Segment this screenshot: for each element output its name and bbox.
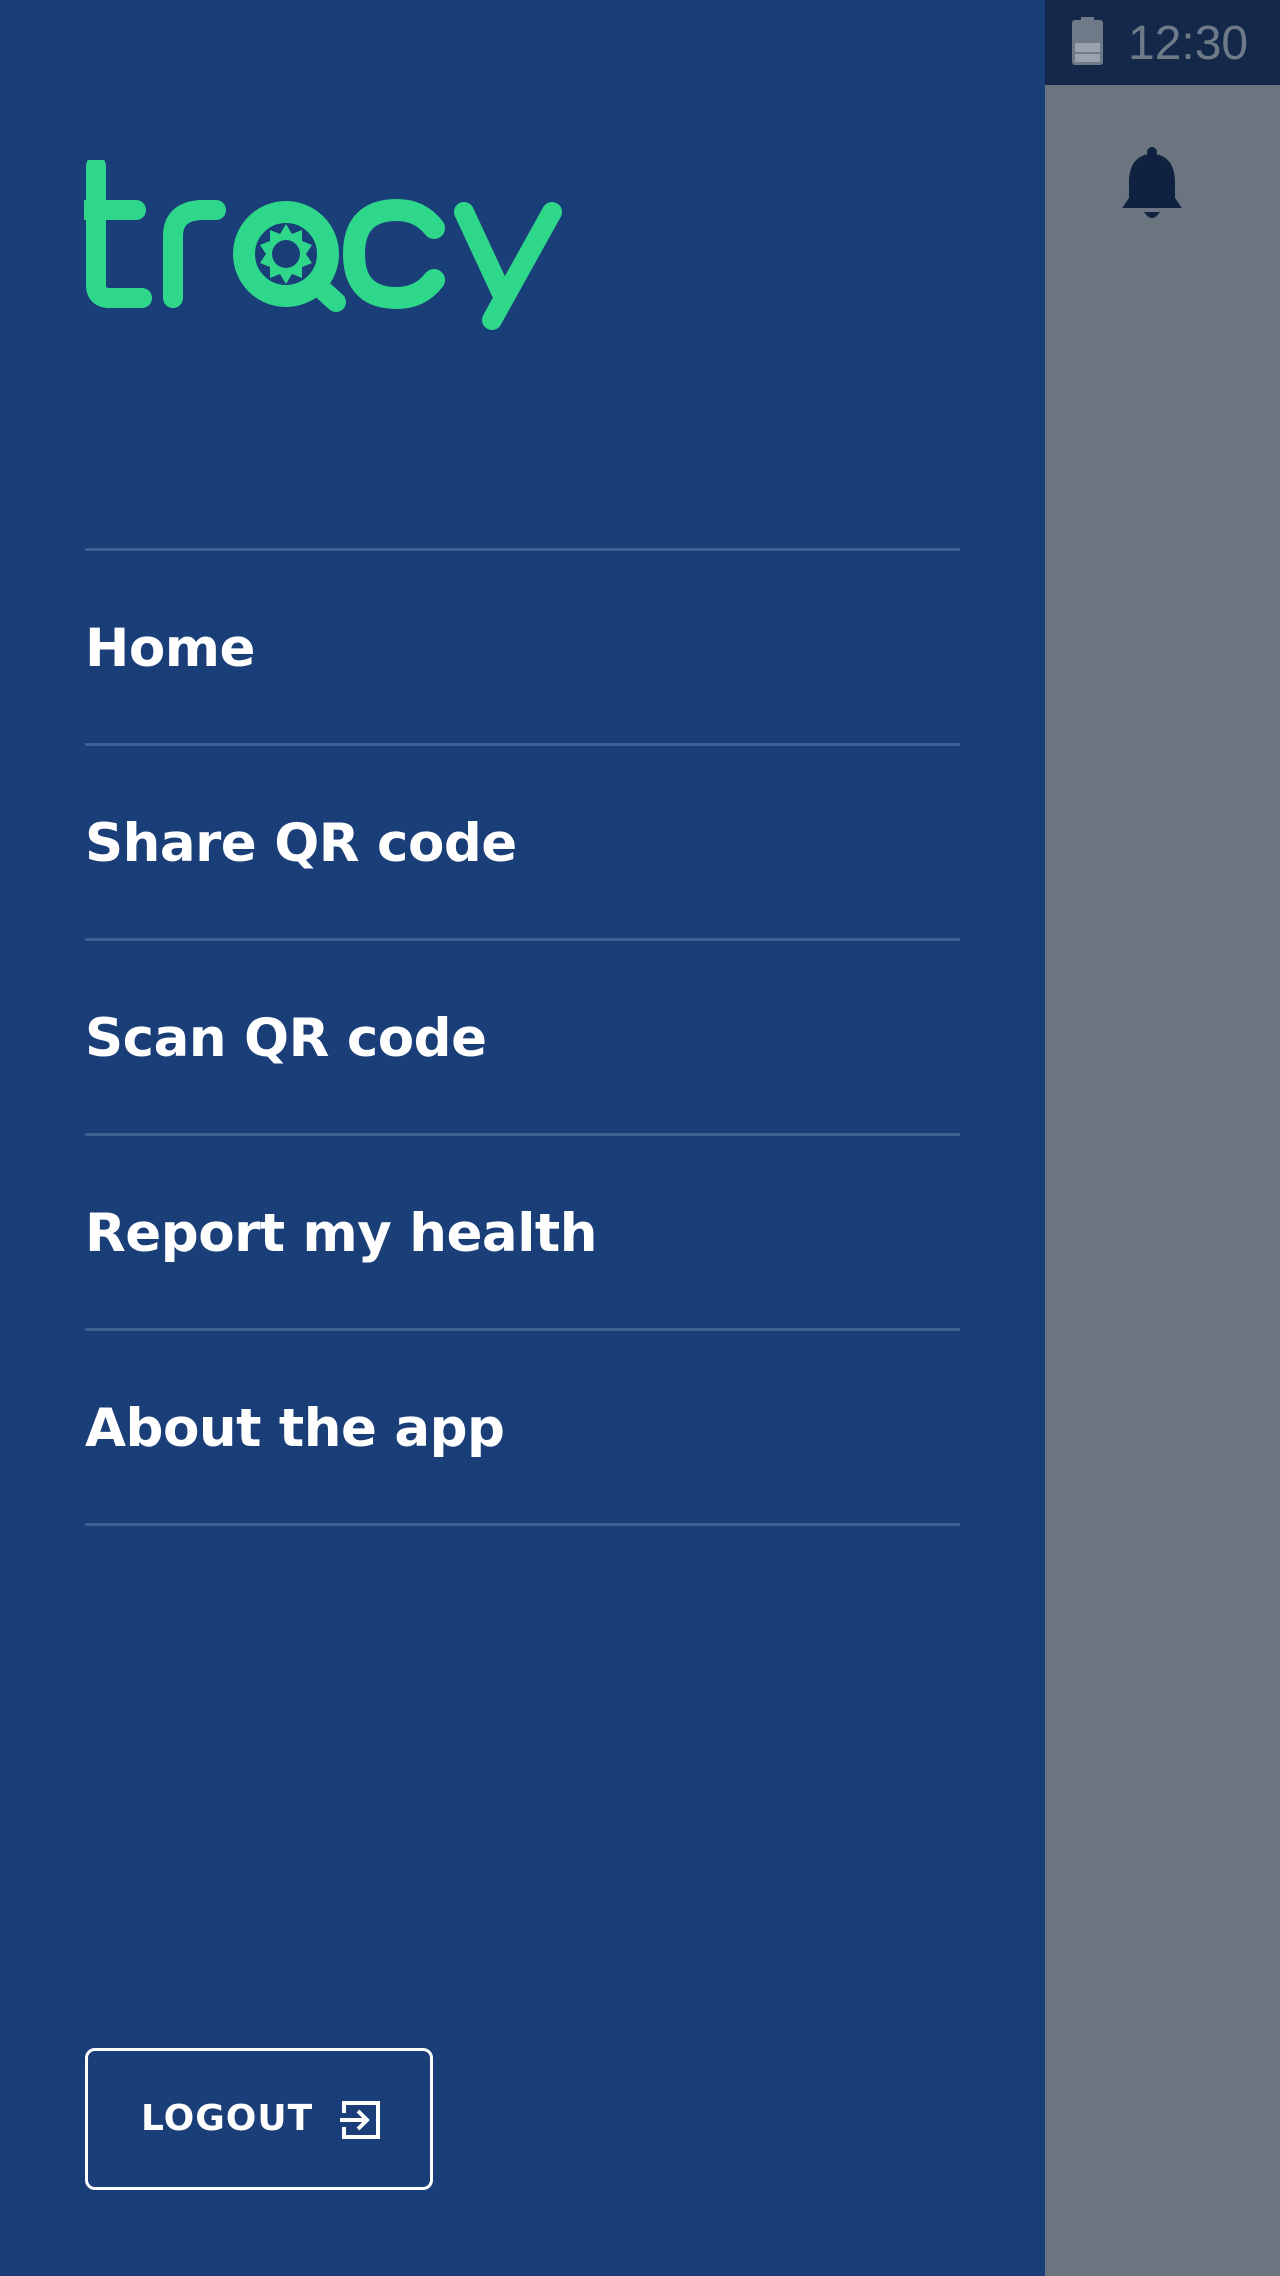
menu-item-about-the-app[interactable]: About the app [85, 1331, 960, 1526]
menu-item-label: About the app [85, 1398, 505, 1459]
bell-icon[interactable] [1120, 146, 1184, 224]
navigation-drawer: tracy Home Share QR code Scan QR code Re… [0, 0, 1045, 2276]
tracy-logo: tracy [84, 160, 562, 330]
menu-item-label: Share QR code [85, 813, 517, 874]
battery-icon [1072, 17, 1103, 65]
logout-button[interactable]: LOGOUT [85, 2048, 433, 2190]
menu-item-label: Report my health [85, 1203, 597, 1264]
menu-item-report-my-health[interactable]: Report my health [85, 1136, 960, 1331]
menu-item-label: Scan QR code [85, 1008, 487, 1069]
logo-text: tracy [84, 160, 87, 161]
menu-item-home[interactable]: Home [85, 551, 960, 746]
logout-icon [340, 2101, 380, 2139]
menu-item-share-qr-code[interactable]: Share QR code [85, 746, 960, 941]
menu-item-scan-qr-code[interactable]: Scan QR code [85, 941, 960, 1136]
app-screen: 12:30 tracy Home Share QR code Scan QR c… [0, 0, 1280, 2276]
status-time: 12:30 [1128, 17, 1249, 70]
logout-label: LOGOUT [141, 2098, 314, 2139]
menu-item-label: Home [85, 618, 255, 679]
